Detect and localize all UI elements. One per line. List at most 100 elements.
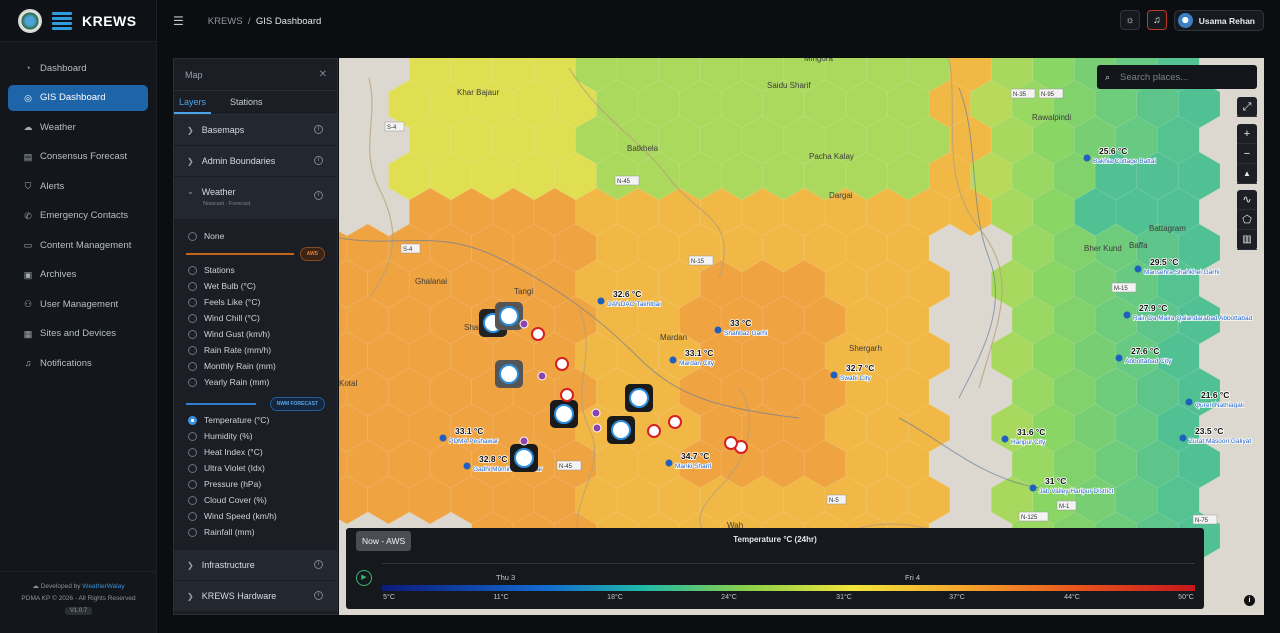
radio-button[interactable] xyxy=(188,313,197,323)
layer-option[interactable]: Cloud Cover (%) xyxy=(174,492,337,508)
radio-button[interactable] xyxy=(188,231,197,241)
theme-toggle-button[interactable]: ☼ xyxy=(1120,10,1140,30)
section-basemaps[interactable]: ❯ Basemaps i xyxy=(174,115,337,146)
radio-button[interactable] xyxy=(188,297,197,307)
attribution-info-icon[interactable]: i xyxy=(1244,595,1255,606)
sidebar-item-archives[interactable]: ▣ Archives xyxy=(8,262,148,288)
user-menu-button[interactable]: ⚉ Usama Rehan xyxy=(1173,10,1264,31)
section-weather[interactable]: ⌄ Weather Nowcast · Forecast i xyxy=(174,177,337,220)
sidebar-item-dashboard[interactable]: ◔ Dashboard xyxy=(8,55,148,81)
sidebar-item-notifications[interactable]: ♫ Notifications xyxy=(8,350,148,376)
timeline-track[interactable] xyxy=(382,563,1195,564)
sensor-dot-icon[interactable] xyxy=(519,319,529,329)
radio-button[interactable] xyxy=(188,377,197,387)
radio-button[interactable] xyxy=(188,463,197,473)
tab-layers[interactable]: Layers xyxy=(174,91,212,114)
section-label: Admin Boundaries xyxy=(201,156,276,166)
tab-stations[interactable]: Stations xyxy=(225,91,268,114)
layer-option[interactable]: Rain Rate (mm/h) xyxy=(174,342,337,358)
compass-button[interactable]: ▲ xyxy=(1237,164,1257,184)
radio-button[interactable] xyxy=(188,329,197,339)
expand-icon: ⤢ xyxy=(1237,97,1257,117)
place-search[interactable]: ⌕ Search places... xyxy=(1097,65,1257,89)
layer-option[interactable]: Monthly Rain (mm) xyxy=(174,358,337,374)
station-name: Shahbaz Garhi xyxy=(724,330,767,337)
radio-button[interactable] xyxy=(188,345,197,355)
sensor-dot-icon[interactable] xyxy=(592,423,602,433)
radio-button[interactable] xyxy=(188,511,197,521)
layer-option[interactable]: Rainfall (mm) xyxy=(174,524,337,540)
siren-icon[interactable] xyxy=(724,436,738,450)
cloud-icon: ☁ xyxy=(23,122,33,132)
radio-button[interactable] xyxy=(188,447,197,457)
layer-option[interactable]: Humidity (%) xyxy=(174,428,337,444)
radio-button[interactable] xyxy=(188,415,197,425)
road-label: N-5 xyxy=(829,498,839,504)
sidebar-item-emergency-contacts[interactable]: ✆ Emergency Contacts xyxy=(8,203,148,229)
siren-icon[interactable] xyxy=(555,357,569,371)
radio-button[interactable] xyxy=(188,281,197,291)
place-label: Baffa xyxy=(1129,241,1148,250)
layer-option[interactable]: Temperature (°C) xyxy=(174,412,337,428)
water-wave-icon xyxy=(499,306,519,326)
station-temperature: 23.5 °C xyxy=(1195,426,1223,436)
fullscreen-button[interactable]: ⤢ xyxy=(1237,97,1257,117)
trash-icon[interactable]: ▥ xyxy=(1237,230,1257,250)
sensor-dot-icon[interactable] xyxy=(591,408,601,418)
draw-line-icon[interactable]: ∿ xyxy=(1237,190,1257,210)
play-icon[interactable]: ▶ xyxy=(356,570,372,586)
siren-icon[interactable] xyxy=(531,327,545,341)
layer-option[interactable]: Wind Speed (km/h) xyxy=(174,508,337,524)
station-cloud-icon xyxy=(1001,435,1009,443)
option-label: Wind Chill (°C) xyxy=(204,313,260,323)
brand[interactable]: KREWS xyxy=(0,0,156,42)
draw-polygon-icon[interactable]: ⬠ xyxy=(1237,210,1257,230)
layer-option[interactable]: Wind Chill (°C) xyxy=(174,310,337,326)
sidebar-item-consensus-forecast[interactable]: ▤ Consensus Forecast xyxy=(8,144,148,170)
menu-toggle-icon[interactable]: ☰ xyxy=(173,14,184,28)
layer-option[interactable]: Wet Bulb (°C) xyxy=(174,278,337,294)
layer-option[interactable]: Ultra Violet (Idx) xyxy=(174,460,337,476)
siren-icon[interactable] xyxy=(668,415,682,429)
layer-option-none[interactable]: None xyxy=(174,228,337,244)
radio-button[interactable] xyxy=(188,361,197,371)
zoom-in-button[interactable]: + xyxy=(1237,124,1257,144)
info-icon[interactable]: i xyxy=(314,156,323,165)
layer-option[interactable]: Wind Gust (km/h) xyxy=(174,326,337,342)
layer-option[interactable]: Stations xyxy=(174,262,337,278)
siren-icon[interactable] xyxy=(560,388,574,402)
notifications-button[interactable]: ♫ xyxy=(1147,10,1167,30)
layer-option[interactable]: Feels Like (°C) xyxy=(174,294,337,310)
layer-option[interactable]: Pressure (hPa) xyxy=(174,476,337,492)
info-icon[interactable]: i xyxy=(314,191,323,200)
info-icon[interactable]: i xyxy=(314,591,323,600)
radio-button[interactable] xyxy=(188,527,197,537)
temperature-hex-layer xyxy=(339,58,1221,561)
sidebar-item-gis-dashboard[interactable]: ◎ GIS Dashboard xyxy=(8,84,148,111)
radio-button[interactable] xyxy=(188,265,197,275)
zoom-out-button[interactable]: − xyxy=(1237,144,1257,164)
close-icon[interactable]: ✕ xyxy=(319,69,327,80)
section-infrastructure[interactable]: ❯ Infrastructure i xyxy=(174,550,337,581)
siren-icon[interactable] xyxy=(647,424,661,438)
sidebar-item-content-management[interactable]: ▭ Content Management xyxy=(8,232,148,258)
sidebar-item-weather[interactable]: ☁ Weather xyxy=(8,114,148,140)
scale-tick-label: 50°C xyxy=(1178,594,1194,601)
breadcrumb-root[interactable]: KREWS xyxy=(208,16,243,27)
radio-button[interactable] xyxy=(188,431,197,441)
sensor-dot-icon[interactable] xyxy=(537,371,547,381)
layer-option[interactable]: Heat Index (°C) xyxy=(174,444,337,460)
chevron-right-icon: ❯ xyxy=(187,560,194,570)
layer-option[interactable]: Yearly Rain (mm) xyxy=(174,374,337,390)
sidebar-item-alerts[interactable]: ⛉ Alerts xyxy=(8,173,148,199)
section-admin-boundaries[interactable]: ❯ Admin Boundaries i xyxy=(174,146,337,177)
radio-button[interactable] xyxy=(188,495,197,505)
company-link[interactable]: WeatherWalay xyxy=(82,583,124,590)
radio-button[interactable] xyxy=(188,479,197,489)
info-icon[interactable]: i xyxy=(314,560,323,569)
info-icon[interactable]: i xyxy=(314,125,323,134)
sensor-dot-icon[interactable] xyxy=(519,436,529,446)
sidebar-item-user-management[interactable]: ⚇ User Management xyxy=(8,291,148,317)
section-krews-hardware[interactable]: ❯ KREWS Hardware i xyxy=(174,581,337,612)
sidebar-item-sites-and-devices[interactable]: ▦ Sites and Devices xyxy=(8,321,148,347)
